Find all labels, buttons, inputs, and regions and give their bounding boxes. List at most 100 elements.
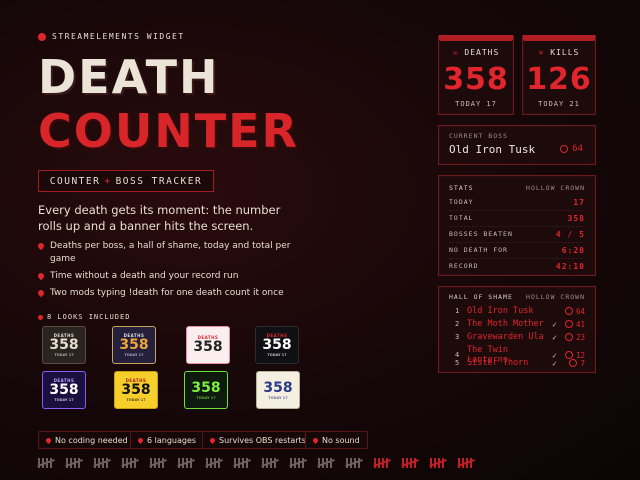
stats-value: 6:20 — [561, 246, 585, 255]
hall-count-value: 23 — [575, 332, 585, 342]
pill-text: No sound — [322, 435, 360, 445]
tile-sub: TODAY 17 — [54, 353, 74, 357]
feature-item: Time without a death and your record run — [36, 270, 308, 283]
stats-game: HOLLOW CROWN — [526, 184, 585, 192]
hall-row: 5 Sister Thorn ✓ 7 — [455, 358, 585, 368]
feature-pill: No sound — [305, 431, 368, 449]
hall-of-shame-panel: HALL OF SHAME HOLLOW CROWN 1 Old Iron Tusk… — [438, 286, 596, 373]
kills-today: TODAY 21 — [538, 100, 580, 108]
tagline-box: COUNTER + BOSS TRACKER — [38, 170, 214, 192]
tally-marks — [37, 458, 475, 468]
blood-drip — [439, 35, 513, 41]
current-boss-panel: CURRENT BOSS Old Iron Tusk 64 — [438, 125, 596, 165]
pill-text: 6 languages — [147, 435, 197, 445]
drop-icon — [36, 288, 46, 298]
blood-drip — [523, 35, 595, 41]
stats-key: TOTAL — [449, 214, 474, 222]
tally-icon — [401, 458, 419, 468]
stats-key: TODAY — [449, 198, 474, 206]
stats-row: BOSSES BEATEN 4 / 5 — [449, 230, 585, 243]
description: Every death gets its moment: the number … — [38, 203, 281, 233]
stats-value: 4 / 5 — [555, 230, 585, 239]
stats-value: 42:10 — [555, 262, 585, 271]
hall-row: 3 Gravewarden Ula ✓ 23 — [455, 332, 585, 342]
feature-list: Deaths per boss, a hall of shame, today … — [36, 240, 308, 304]
stats-panel: STATS HOLLOW CROWN TODAY 17 TOTAL 358 BOSSE… — [438, 175, 596, 276]
skull-icon — [564, 307, 573, 315]
tile-sub: TODAY 17 — [268, 395, 288, 400]
stats-value: 17 — [573, 198, 585, 207]
skull-icon — [564, 320, 573, 328]
deaths-card-header: ☠ DEATHS — [439, 48, 513, 57]
hall-boss-name: Old Iron Tusk — [467, 306, 534, 316]
look-tile-8[interactable]: 358 TODAY 17 — [256, 371, 300, 409]
tile-value: 358 — [49, 337, 79, 353]
drop-icon — [36, 271, 46, 281]
look-tile-1[interactable]: DEATHS 358 TODAY 17 — [42, 326, 86, 364]
skull-icon — [564, 333, 573, 341]
current-boss-count: 64 — [560, 144, 583, 154]
hall-count-value: 64 — [575, 306, 585, 316]
tally-icon — [93, 458, 111, 468]
current-boss-name: Old Iron Tusk — [449, 143, 536, 156]
tile-value: 358 — [49, 382, 79, 398]
hall-header: HALL OF SHAME HOLLOW CROWN — [449, 293, 585, 301]
kills-label: KILLS — [550, 48, 580, 57]
tag-plus: + — [104, 175, 112, 187]
dot-icon — [38, 314, 43, 320]
deaths-label: DEATHS — [464, 48, 500, 57]
eyebrow: STREAMELEMENTS WIDGET — [38, 32, 185, 41]
hall-game: HOLLOW CROWN — [526, 293, 585, 301]
tile-sub: TODAY 17 — [126, 398, 146, 402]
hall-row: 1 Old Iron Tusk 64 — [455, 306, 585, 316]
drop-icon — [36, 241, 46, 251]
stats-row: TOTAL 358 — [449, 214, 585, 227]
skull-icon — [560, 145, 569, 153]
look-tile-5[interactable]: DEATHS 358 TODAY 17 — [42, 371, 86, 409]
skull-icon — [569, 359, 578, 367]
tally-icon — [345, 458, 363, 468]
looks-label: 8 LOOKS INCLUDED — [38, 313, 130, 321]
tally-icon — [373, 458, 391, 468]
tile-value: 358 — [263, 379, 293, 396]
kills-card-header: ✕ KILLS — [523, 48, 595, 57]
hall-rank: 5 — [455, 359, 460, 367]
tally-icon — [177, 458, 195, 468]
current-boss-count-value: 64 — [572, 144, 583, 154]
stats-row: NO DEATH FOR 6:20 — [449, 246, 585, 259]
tally-icon — [149, 458, 167, 468]
look-tile-7[interactable]: 358 TODAY 17 — [184, 371, 228, 409]
tile-sub: TODAY 17 — [124, 353, 144, 357]
deaths-value: 358 — [443, 62, 509, 97]
tile-value: 358 — [121, 382, 151, 398]
stats-key: RECORD — [449, 262, 479, 270]
current-boss-label: CURRENT BOSS — [449, 132, 508, 140]
feature-text: Time without a death and your record run — [50, 271, 239, 281]
look-tile-4[interactable]: DEATHS 358 TODAY 17 — [255, 326, 299, 364]
stats-key: BOSSES BEATEN — [449, 230, 513, 238]
look-tile-6[interactable]: DEATHS 358 TODAY 17 — [114, 371, 158, 409]
hall-boss-name: The Moth Mother — [467, 319, 544, 329]
hall-count: 23 — [557, 333, 585, 342]
pill-text: No coding needed — [55, 435, 128, 445]
tally-icon — [429, 458, 447, 468]
feature-pill: No coding needed — [38, 431, 136, 449]
title-line-2: COUNTER — [38, 104, 299, 158]
drop-icon — [44, 436, 53, 444]
stats-row: RECORD 42:10 — [449, 262, 585, 274]
looks-label-text: 8 LOOKS INCLUDED — [47, 313, 131, 321]
tile-sub: TODAY 17 — [267, 353, 287, 357]
feature-pill: 6 languages — [130, 431, 205, 449]
skull-icon — [38, 32, 46, 41]
feature-item: Two mods typing !death for one death cou… — [36, 287, 308, 300]
tally-icon — [121, 458, 139, 468]
tally-icon — [205, 458, 223, 468]
hall-count-value: 7 — [580, 358, 585, 368]
look-tile-2[interactable]: DEATHS 358 TODAY 17 — [112, 326, 156, 364]
look-tile-3[interactable]: DEATHS 358 — [186, 326, 230, 364]
tally-icon — [457, 458, 475, 468]
tag-right: BOSS TRACKER — [115, 175, 203, 187]
skull-icon: ☠ — [452, 48, 459, 57]
stats-value: 358 — [567, 214, 585, 223]
tally-icon — [289, 458, 307, 468]
